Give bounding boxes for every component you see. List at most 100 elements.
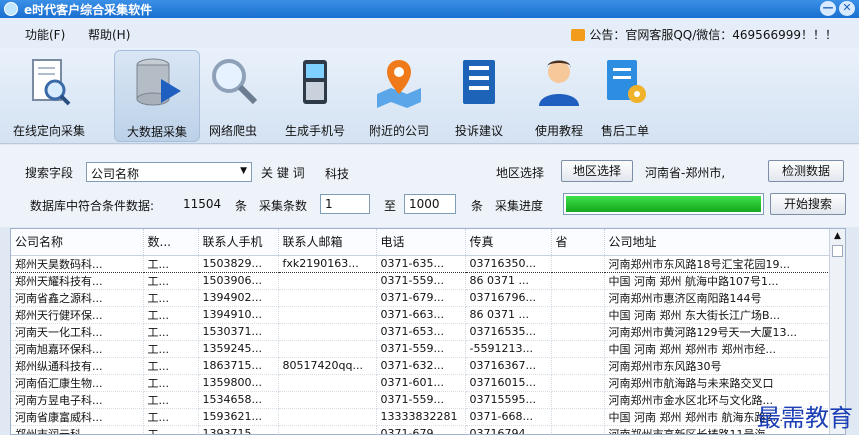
table-cell: 86 0371 ...: [465, 272, 552, 290]
table-cell: 河南郑州市黄河路129号天一大厦13...: [604, 323, 832, 341]
search-field-value: 公司名称: [91, 167, 140, 181]
table-cell: [278, 306, 377, 324]
table-cell: 03716794...: [465, 425, 552, 434]
table-cell: 郑州天行健环保...: [11, 306, 144, 324]
table-row[interactable]: 河南省康富威科... 工... 1593621... 13333832281 0371-…: [11, 408, 832, 426]
table-row[interactable]: 河南佰汇康生物... 工... 1359800... 0371-601... 03716…: [11, 374, 832, 392]
watermark: 最需教育: [757, 404, 853, 432]
table-cell: 郑州天昊数码科...: [11, 254, 144, 273]
table-cell: 03716015...: [465, 374, 552, 392]
app-logo-icon: [4, 2, 18, 16]
table-cell: [551, 272, 605, 290]
toolbar: 在线定向采集 大数据采集 网络爬虫 生成手机号 附近的公司 投诉建议 使用教程 …: [0, 48, 859, 144]
tool-generate-phone[interactable]: 生成手机号: [272, 50, 358, 142]
map-pin-icon: [377, 60, 421, 108]
column-header[interactable]: 省: [551, 229, 605, 256]
title-bar: e时代客户综合采集软件 — ✕: [0, 0, 859, 18]
column-header[interactable]: 联系人手机: [198, 229, 279, 256]
close-icon[interactable]: ✕: [839, 1, 855, 16]
table-cell: 工...: [143, 289, 199, 307]
table-cell: [551, 408, 605, 426]
table-row[interactable]: 河南旭嘉环保科... 工... 1359245... 0371-559... -5591…: [11, 340, 832, 358]
menu-function[interactable]: 功能(F): [25, 26, 65, 43]
column-header[interactable]: 公司名称: [11, 229, 144, 256]
window-controls: — ✕: [820, 1, 855, 16]
table-row[interactable]: 郑州纵通科技有... 工... 1863715... 80517420qq... 037…: [11, 357, 832, 375]
table-cell: 河南郑州市东风路18号汇宝花园19...: [604, 254, 832, 273]
table-row[interactable]: 河南省鑫之源科... 工... 1394902... 0371-679... 03716…: [11, 289, 832, 307]
table-cell: 0371-635...: [376, 254, 466, 273]
table-cell: 1359245...: [198, 340, 279, 358]
table-cell: 03716796...: [465, 289, 552, 307]
table-cell: 郑州天耀科技有...: [11, 272, 144, 290]
table-cell: 河南郑州市惠济区南阳路144号: [604, 289, 832, 307]
column-header[interactable]: 传真: [465, 229, 552, 256]
table-cell: 工...: [143, 272, 199, 290]
column-header[interactable]: 数...: [143, 229, 199, 256]
table-cell: [551, 425, 605, 434]
table-cell: fxk2190163...: [278, 254, 377, 273]
tool-big-data-collect[interactable]: 大数据采集: [114, 50, 200, 142]
notebook-icon: [463, 60, 495, 104]
tool-online-collect[interactable]: 在线定向采集: [6, 50, 92, 142]
notice: 公告：官网客服QQ/微信：469566999！！！: [571, 26, 837, 43]
scroll-up-icon[interactable]: ▲: [830, 229, 845, 243]
table-cell: 中国 河南 郑州 东大街长江广场B...: [604, 306, 832, 324]
table-row[interactable]: 郑州天昊数码科... 工... 1503829... fxk2190163... 037…: [11, 254, 832, 273]
table-cell: 0371-668...: [465, 408, 552, 426]
table-cell: 03716367...: [465, 357, 552, 375]
table-row[interactable]: 河南天一化工科... 工... 1530371... 0371-653... 03716…: [11, 323, 832, 341]
tool-label: 大数据采集: [126, 125, 187, 139]
scroll-thumb[interactable]: [832, 245, 843, 257]
table-cell: 河南省鑫之源科...: [11, 289, 144, 307]
start-search-button[interactable]: 开始搜索: [770, 193, 846, 215]
table-row[interactable]: 河南方昱电子科... 工... 1534658... 0371-559... 03715…: [11, 391, 832, 409]
ticket-gear-icon: [607, 60, 646, 103]
tool-after-sales[interactable]: 售后工单: [582, 50, 668, 142]
table-row[interactable]: 郑州天行健环保... 工... 1394910... 0371-663... 86 03…: [11, 306, 832, 324]
count-value: 11504: [183, 197, 222, 211]
table-cell: 0371-679...: [376, 289, 466, 307]
results-grid[interactable]: 公司名称 数... 联系人手机 联系人邮箱 电话 传真省公司地址 郑州天昊数码科... 工.…: [10, 228, 846, 435]
region-label: 地区选择: [496, 166, 545, 180]
table-cell: 80517420qq...: [278, 357, 377, 375]
range-to-value: 1000: [409, 197, 440, 211]
minimize-icon[interactable]: —: [820, 1, 836, 16]
table-cell: 郑州市润元科...: [11, 425, 144, 434]
chevron-down-icon: ▼: [240, 166, 247, 176]
table-cell: 1530371...: [198, 323, 279, 341]
table-cell: 中国 河南 郑州 郑州市 郑州市经...: [604, 340, 832, 358]
table-cell: 工...: [143, 306, 199, 324]
progress-fill: [566, 196, 761, 212]
tool-nearby-companies[interactable]: 附近的公司: [356, 50, 442, 142]
table-cell: [278, 323, 377, 341]
menu-help[interactable]: 帮助(H): [88, 26, 130, 43]
table-header-row: 公司名称 数... 联系人手机 联系人邮箱 电话 传真省公司地址: [11, 229, 832, 256]
table-cell: 1593621...: [198, 408, 279, 426]
notice-text: 公告：官网客服QQ/微信：469566999！！！: [589, 28, 837, 42]
column-header[interactable]: 公司地址: [604, 229, 832, 256]
table-cell: 0371-632...: [376, 357, 466, 375]
column-header[interactable]: 联系人邮箱: [278, 229, 377, 256]
tool-feedback[interactable]: 投诉建议: [436, 50, 522, 142]
range-to-input[interactable]: 1000: [404, 194, 456, 214]
search-field-label: 搜索字段: [25, 166, 74, 180]
magnifier-icon: [212, 59, 258, 105]
table-cell: 1534658...: [198, 391, 279, 409]
table-row[interactable]: 郑州天耀科技有... 工... 1503906... 0371-559... 86 03…: [11, 272, 832, 290]
table-row[interactable]: 郑州市润元科... 工... 1393715... 0371-679... 037167…: [11, 425, 832, 434]
column-header[interactable]: 电话: [376, 229, 466, 256]
check-data-button[interactable]: 检测数据: [768, 160, 844, 182]
window-title: e时代客户综合采集软件: [24, 3, 153, 17]
range-from-input[interactable]: 1: [320, 194, 370, 214]
region-select-button[interactable]: 地区选择: [561, 160, 633, 182]
tool-label: 生成手机号: [284, 124, 345, 138]
table-cell: 0371-663...: [376, 306, 466, 324]
collect-progress-bar: [563, 193, 764, 215]
tool-web-crawler[interactable]: 网络爬虫: [190, 50, 276, 142]
keyword-label: 关 键 词: [261, 166, 305, 180]
table-cell: 河南旭嘉环保科...: [11, 340, 144, 358]
search-field-select[interactable]: 公司名称 ▼: [86, 162, 252, 182]
keyword-input[interactable]: 科技: [320, 162, 480, 182]
table-cell: 03716350...: [465, 254, 552, 273]
